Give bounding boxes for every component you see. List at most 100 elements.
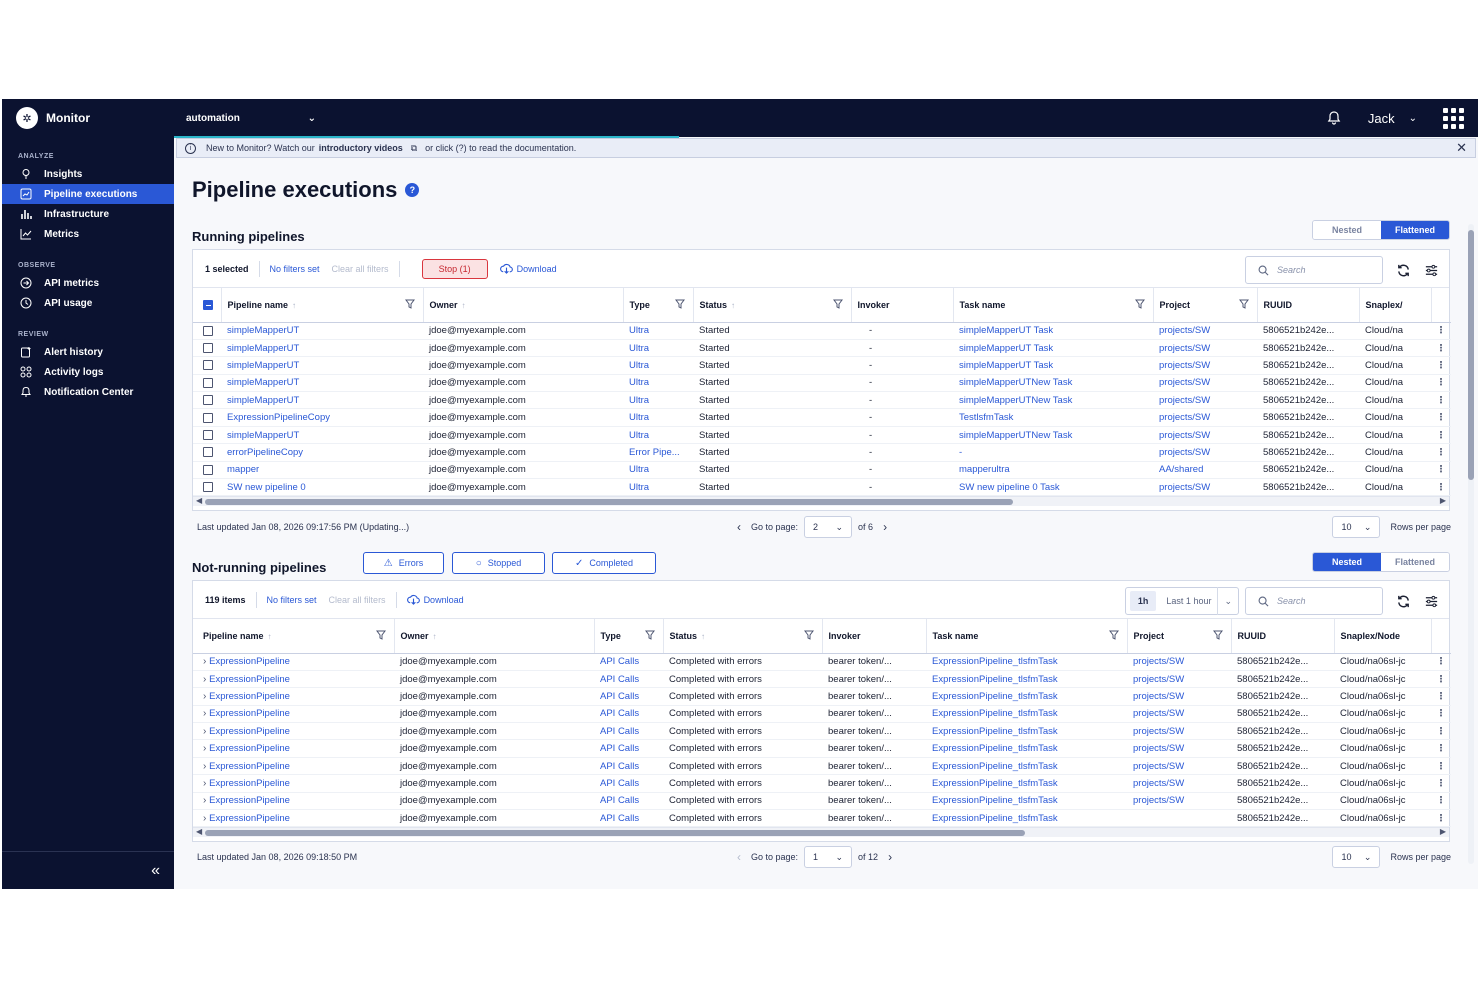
sidebar-item-activity-logs[interactable]: Activity logs [2,362,174,382]
row-checkbox-cell[interactable] [193,408,221,427]
next-page-icon[interactable]: › [883,520,887,534]
table-cell[interactable]: API Calls [594,792,663,811]
brand[interactable]: ✲ Monitor [2,99,174,137]
next-page-icon[interactable]: › [888,850,892,864]
table-row[interactable]: › ExpressionPipeline jdoe@myexample.com AP… [193,653,1451,671]
column-header[interactable]: Snaplex/ [1358,288,1431,323]
toggle-flattened[interactable]: Flattened [1381,221,1449,239]
table-cell[interactable]: simpleMapperUT [221,391,423,410]
table-cell[interactable]: ExpressionPipeline_tlsfmTask [926,653,1127,671]
sidebar-item-api-usage[interactable]: API usage [2,293,174,313]
column-settings-icon[interactable] [1423,262,1439,278]
sidebar-item-pipeline-executions[interactable]: Pipeline executions [2,184,174,204]
table-cell[interactable]: API Calls [594,722,663,741]
row-checkbox[interactable] [203,325,213,336]
sidebar-item-notification-center[interactable]: Notification Center [2,382,174,402]
table-cell[interactable]: simpleMapperUTNew Task [953,426,1153,445]
row-checkbox[interactable] [203,482,213,493]
table-cell[interactable]: API Calls [594,687,663,706]
table-cell[interactable]: API Calls [594,705,663,724]
toggle-nested[interactable]: Nested [1313,553,1381,571]
row-checkbox-cell[interactable] [193,374,221,393]
scroll-left-icon[interactable]: ◀ [196,496,202,505]
table-cell[interactable]: ExpressionPipeline_tlsfmTask [926,809,1127,828]
prev-page-icon[interactable]: ‹ [737,850,741,864]
table-cell[interactable]: projects/SW [1153,408,1257,427]
table-cell[interactable]: errorPipelineCopy [221,443,423,462]
table-cell[interactable] [1127,809,1231,828]
row-checkbox[interactable] [203,360,213,371]
table-cell[interactable]: › ExpressionPipeline [193,739,394,758]
filter-icon[interactable] [375,630,386,642]
table-cell[interactable]: projects/SW [1153,478,1257,497]
filter-icon[interactable] [803,630,814,642]
table-row[interactable]: simpleMapperUT jdoe@myexample.com Ultra Sta… [193,426,1451,445]
page-select[interactable]: 2 ⌄ [804,516,853,538]
table-cell[interactable]: ExpressionPipeline_tlsfmTask [926,705,1127,724]
intro-videos-link[interactable]: introductory videos [319,143,403,153]
refresh-icon[interactable] [1395,262,1411,278]
row-checkbox[interactable] [203,395,213,406]
pipeline-name[interactable]: ExpressionPipeline [209,795,290,806]
no-filters-link[interactable]: No filters set [270,264,320,274]
table-cell[interactable]: ExpressionPipeline_tlsfmTask [926,792,1127,811]
sidebar-item-metrics[interactable]: Metrics [2,224,174,244]
table-cell[interactable]: simpleMapperUTNew Task [953,391,1153,410]
stop-button[interactable]: Stop (1) [421,258,488,279]
pipeline-name[interactable]: ExpressionPipeline [209,708,290,719]
help-icon[interactable]: ? [405,183,420,197]
scrollbar-thumb[interactable] [205,830,1025,837]
table-cell[interactable]: simpleMapperUTNew Task [953,374,1153,393]
download-button[interactable]: Download [499,262,557,275]
sidebar-item-insights[interactable]: Insights [2,164,174,184]
row-actions-icon[interactable]: ⋮ [1431,322,1451,340]
row-actions-icon[interactable]: ⋮ [1431,739,1451,758]
table-cell[interactable]: › ExpressionPipeline [193,687,394,706]
table-cell[interactable]: simpleMapperUT Task [953,322,1153,340]
completed-filter-button[interactable]: ✓ Completed [552,552,656,574]
row-checkbox-cell[interactable] [193,356,221,375]
row-actions-icon[interactable]: ⋮ [1431,809,1451,828]
pipeline-name[interactable]: ExpressionPipeline [209,778,290,789]
horizontal-scrollbar[interactable]: ◀ ▶ [193,496,1449,507]
page-select[interactable]: 1 ⌄ [804,846,853,868]
table-cell[interactable]: ExpressionPipeline_tlsfmTask [926,739,1127,758]
table-cell[interactable]: projects/SW [1153,339,1257,358]
row-actions-icon[interactable]: ⋮ [1431,374,1451,393]
clear-filters-link[interactable]: Clear all filters [329,595,386,605]
table-cell[interactable]: simpleMapperUT [221,339,423,358]
table-row[interactable]: simpleMapperUT jdoe@myexample.com Ultra Sta… [193,391,1451,410]
row-actions-icon[interactable]: ⋮ [1431,653,1451,671]
table-cell[interactable]: SW new pipeline 0 Task [953,478,1153,497]
row-actions-icon[interactable]: ⋮ [1431,722,1451,741]
table-cell[interactable]: API Calls [594,670,663,689]
filter-icon[interactable] [404,299,415,311]
table-cell[interactable]: ExpressionPipelineCopy [221,408,423,427]
table-cell[interactable]: simpleMapperUT Task [953,339,1153,358]
table-row[interactable]: › ExpressionPipeline jdoe@myexample.com AP… [193,757,1451,776]
table-row[interactable]: › ExpressionPipeline jdoe@myexample.com AP… [193,687,1451,706]
table-cell[interactable]: projects/SW [1127,653,1231,671]
clear-filters-link[interactable]: Clear all filters [332,264,389,274]
column-header[interactable]: Status ↑ [692,288,851,323]
horizontal-scrollbar[interactable]: ◀ ▶ [193,827,1449,838]
row-actions-icon[interactable]: ⋮ [1431,408,1451,427]
table-row[interactable]: › ExpressionPipeline jdoe@myexample.com AP… [193,722,1451,741]
table-cell[interactable]: simpleMapperUT [221,356,423,375]
column-header[interactable]: Project [1152,288,1257,323]
row-actions-icon[interactable]: ⋮ [1431,356,1451,375]
row-checkbox[interactable] [203,412,213,423]
table-cell[interactable]: › ExpressionPipeline [193,705,394,724]
table-cell[interactable]: Ultra [623,461,693,480]
stopped-filter-button[interactable]: ○ Stopped [452,552,545,574]
table-cell[interactable]: projects/SW [1127,792,1231,811]
sidebar-item-infrastructure[interactable]: Infrastructure [2,204,174,224]
table-cell[interactable]: › ExpressionPipeline [193,774,394,793]
table-row[interactable]: errorPipelineCopy jdoe@myexample.com Error… [193,443,1451,462]
toggle-flattened[interactable]: Flattened [1381,553,1449,571]
table-cell[interactable]: projects/SW [1127,739,1231,758]
table-cell[interactable]: mapperultra [953,461,1153,480]
scroll-left-icon[interactable]: ◀ [196,827,202,836]
table-cell[interactable]: simpleMapperUT Task [953,356,1153,375]
table-cell[interactable]: ExpressionPipeline_tlsfmTask [926,774,1127,793]
